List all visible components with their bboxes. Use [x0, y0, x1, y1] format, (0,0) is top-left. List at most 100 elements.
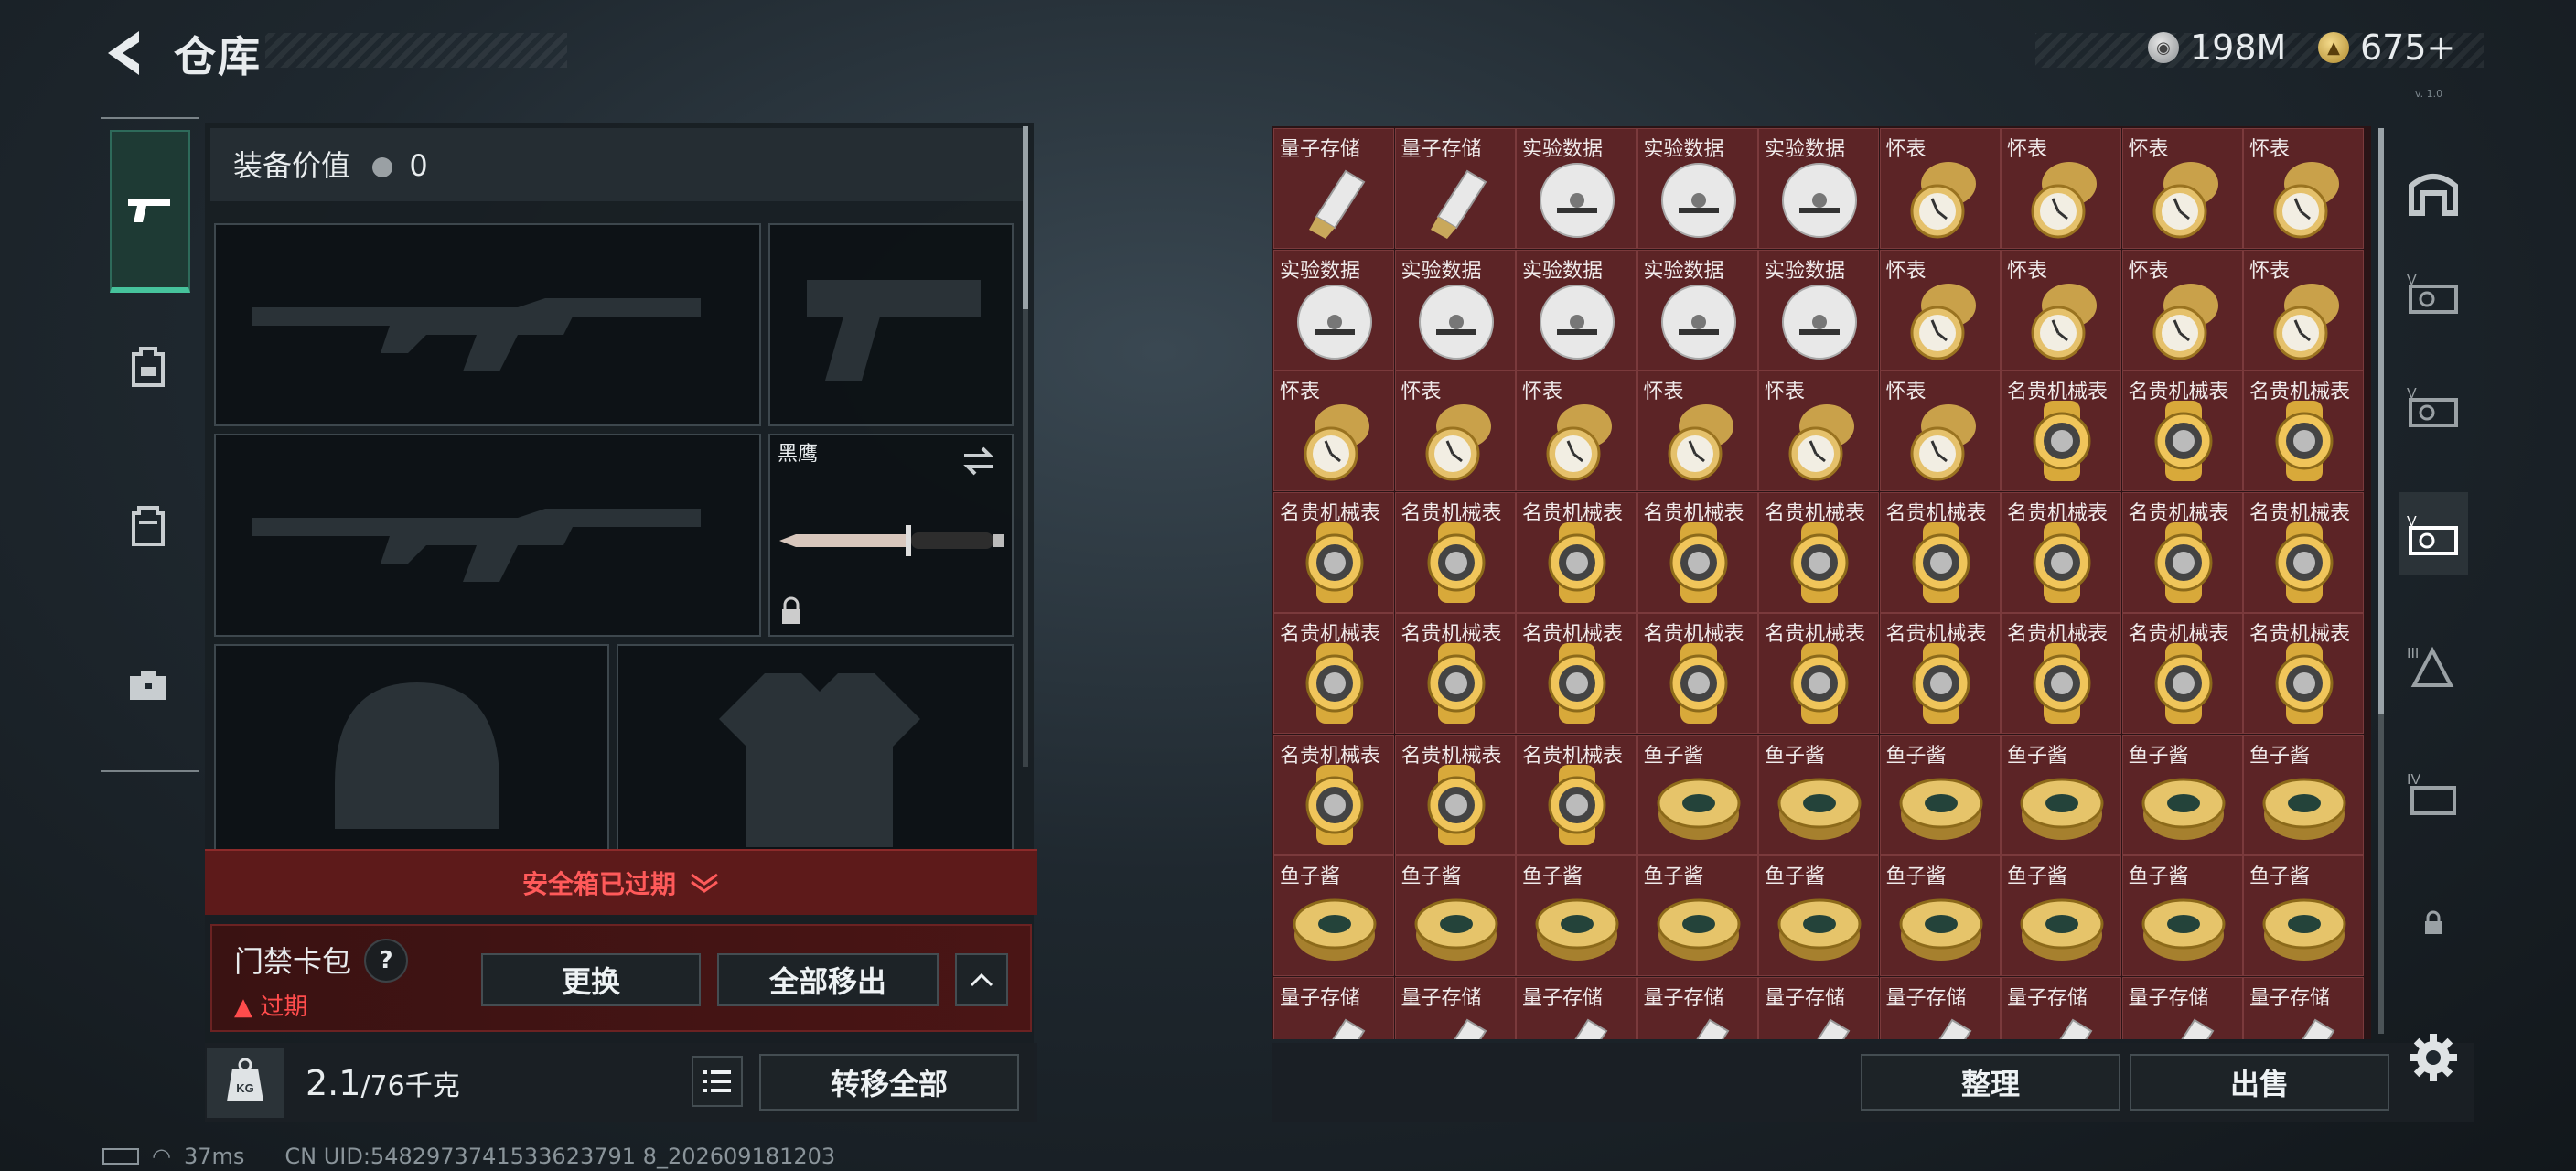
- primary-weapon-slot[interactable]: [214, 223, 761, 426]
- tab-storage-5b[interactable]: V: [2399, 364, 2468, 446]
- inventory-item[interactable]: 怀表: [1273, 371, 1394, 491]
- armor-slot[interactable]: [617, 644, 1014, 851]
- replace-button[interactable]: 更换: [481, 953, 701, 1006]
- inventory-item[interactable]: 实验数据: [1637, 128, 1758, 249]
- inventory-item[interactable]: 名贵机械表: [1637, 491, 1758, 613]
- back-arrow-icon[interactable]: [99, 26, 150, 81]
- inventory-item[interactable]: 鱼子酱: [1637, 734, 1758, 855]
- inventory-item[interactable]: 名贵机械表: [2001, 491, 2121, 613]
- inventory-item[interactable]: 实验数据: [1637, 249, 1758, 371]
- inventory-item[interactable]: 名贵机械表: [1879, 613, 2001, 734]
- inventory-item[interactable]: 鱼子酱: [2121, 734, 2243, 855]
- inventory-item[interactable]: 名贵机械表: [2243, 613, 2364, 734]
- inventory-item[interactable]: 怀表: [1516, 371, 1637, 491]
- tab-vest[interactable]: [110, 448, 187, 604]
- inventory-item[interactable]: 怀表: [1637, 371, 1758, 491]
- inventory-item[interactable]: 名贵机械表: [1516, 613, 1637, 734]
- pistol-slot[interactable]: [768, 223, 1014, 426]
- helmet-slot[interactable]: [214, 644, 609, 851]
- inventory-item[interactable]: 鱼子酱: [2243, 855, 2364, 976]
- tab-storage-5[interactable]: V: [2399, 251, 2468, 333]
- inventory-item[interactable]: 量子存储: [2243, 976, 2364, 1039]
- inventory-item[interactable]: 量子存储: [1758, 976, 1879, 1039]
- inventory-item[interactable]: 名贵机械表: [1273, 491, 1394, 613]
- inventory-item[interactable]: 名贵机械表: [1637, 613, 1758, 734]
- collapse-button[interactable]: [955, 953, 1008, 1006]
- tab-storage-4[interactable]: IV: [2399, 752, 2468, 834]
- inventory-item[interactable]: 名贵机械表: [1394, 613, 1516, 734]
- inventory-item[interactable]: 名贵机械表: [1879, 491, 2001, 613]
- inventory-item[interactable]: 量子存储: [1273, 128, 1394, 249]
- inventory-item[interactable]: 实验数据: [1273, 249, 1394, 371]
- inventory-item[interactable]: 量子存储: [2121, 976, 2243, 1039]
- sort-button[interactable]: 整理: [1861, 1054, 2120, 1111]
- inventory-item[interactable]: 鱼子酱: [1758, 855, 1879, 976]
- inventory-item[interactable]: 怀表: [2121, 249, 2243, 371]
- sell-button[interactable]: 出售: [2130, 1054, 2389, 1111]
- inventory-item[interactable]: 名贵机械表: [1394, 734, 1516, 855]
- inventory-item[interactable]: 怀表: [2243, 128, 2364, 249]
- tab-storage-home[interactable]: [2399, 150, 2468, 232]
- inventory-item[interactable]: 名贵机械表: [1516, 491, 1637, 613]
- inventory-item[interactable]: 怀表: [2001, 249, 2121, 371]
- inventory-item[interactable]: 名贵机械表: [1758, 613, 1879, 734]
- inventory-item[interactable]: 实验数据: [1394, 249, 1516, 371]
- list-view-button[interactable]: [692, 1056, 743, 1107]
- inventory-item[interactable]: 名贵机械表: [1516, 734, 1637, 855]
- inventory-item[interactable]: 名贵机械表: [2121, 371, 2243, 491]
- inventory-item[interactable]: 名贵机械表: [2001, 371, 2121, 491]
- inventory-item[interactable]: 鱼子酱: [2121, 855, 2243, 976]
- inventory-item[interactable]: 怀表: [1879, 371, 2001, 491]
- inventory-item[interactable]: 名贵机械表: [1394, 491, 1516, 613]
- inventory-item[interactable]: 怀表: [1758, 371, 1879, 491]
- silver-currency[interactable]: ◉ 198M: [2148, 27, 2286, 68]
- inventory-item[interactable]: 鱼子酱: [2001, 855, 2121, 976]
- inventory-item[interactable]: 怀表: [1394, 371, 1516, 491]
- inventory-item[interactable]: 量子存储: [1637, 976, 1758, 1039]
- inventory-item[interactable]: 名贵机械表: [1758, 491, 1879, 613]
- transfer-all-button[interactable]: 转移全部: [759, 1054, 1019, 1111]
- inventory-item[interactable]: 鱼子酱: [1516, 855, 1637, 976]
- gold-currency[interactable]: ▲ 675+: [2318, 27, 2455, 68]
- inventory-item[interactable]: 怀表: [1879, 249, 2001, 371]
- inventory-item[interactable]: 量子存储: [1273, 976, 1394, 1039]
- inventory-item[interactable]: 鱼子酱: [2001, 734, 2121, 855]
- tab-storage-3[interactable]: III: [2399, 624, 2468, 706]
- inventory-item[interactable]: 怀表: [2001, 128, 2121, 249]
- inventory-item[interactable]: 量子存储: [1394, 128, 1516, 249]
- tab-backpack-gear[interactable]: [110, 289, 187, 445]
- move-all-out-button[interactable]: 全部移出: [717, 953, 939, 1006]
- tab-case[interactable]: [110, 607, 187, 763]
- inventory-item[interactable]: 量子存储: [2001, 976, 2121, 1039]
- inventory-item[interactable]: 名贵机械表: [1273, 734, 1394, 855]
- inventory-item[interactable]: 鱼子酱: [1879, 855, 2001, 976]
- tab-weapons[interactable]: [110, 130, 190, 293]
- safebox-expired-bar[interactable]: 安全箱已过期: [205, 849, 1037, 915]
- inventory-item[interactable]: 名贵机械表: [2121, 613, 2243, 734]
- inventory-item[interactable]: 怀表: [2243, 249, 2364, 371]
- inventory-item[interactable]: 鱼子酱: [1879, 734, 2001, 855]
- inventory-item[interactable]: 怀表: [2121, 128, 2243, 249]
- inventory-item[interactable]: 量子存储: [1516, 976, 1637, 1039]
- inventory-item[interactable]: 实验数据: [1758, 249, 1879, 371]
- inventory-item[interactable]: 实验数据: [1516, 249, 1637, 371]
- inventory-item[interactable]: 实验数据: [1758, 128, 1879, 249]
- inventory-item[interactable]: 鱼子酱: [1394, 855, 1516, 976]
- inventory-item[interactable]: 鱼子酱: [2243, 734, 2364, 855]
- inventory-item[interactable]: 怀表: [1879, 128, 2001, 249]
- inventory-scroll-thumb[interactable]: [2378, 128, 2384, 714]
- swap-icon[interactable]: [961, 445, 997, 478]
- inventory-item[interactable]: 名贵机械表: [1273, 613, 1394, 734]
- secondary-weapon-slot[interactable]: [214, 434, 761, 637]
- inventory-item[interactable]: 鱼子酱: [1758, 734, 1879, 855]
- inventory-item[interactable]: 实验数据: [1516, 128, 1637, 249]
- inventory-item[interactable]: 名贵机械表: [2121, 491, 2243, 613]
- inventory-item[interactable]: 名贵机械表: [2243, 491, 2364, 613]
- inventory-item[interactable]: 量子存储: [1394, 976, 1516, 1039]
- inventory-item[interactable]: 名贵机械表: [2001, 613, 2121, 734]
- inventory-item[interactable]: 鱼子酱: [1273, 855, 1394, 976]
- inventory-item[interactable]: 鱼子酱: [1637, 855, 1758, 976]
- tab-storage-active[interactable]: V: [2399, 492, 2468, 575]
- inventory-item[interactable]: 名贵机械表: [2243, 371, 2364, 491]
- inventory-item[interactable]: 量子存储: [1879, 976, 2001, 1039]
